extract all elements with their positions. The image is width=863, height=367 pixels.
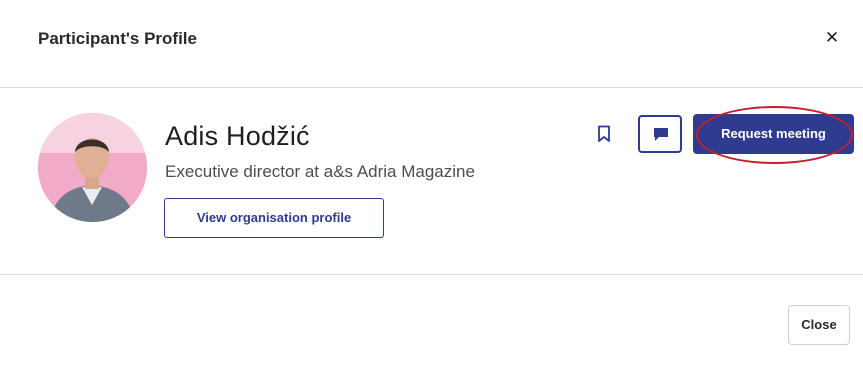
profile-section: Adis Hodžić Executive director at a&s Ad… <box>0 88 863 275</box>
avatar <box>38 113 147 222</box>
participant-name: Adis Hodžić <box>165 121 310 151</box>
request-meeting-button[interactable]: Request meeting <box>693 114 854 154</box>
view-organisation-profile-button[interactable]: View organisation profile <box>164 198 384 238</box>
modal-header: Participant's Profile ✕ <box>0 0 863 88</box>
close-icon[interactable]: ✕ <box>823 29 841 47</box>
avatar-photo <box>38 113 147 222</box>
message-button[interactable] <box>638 115 682 153</box>
participant-role: Executive director at a&s Adria Magazine <box>165 162 475 181</box>
chat-bubble-icon <box>654 128 668 141</box>
modal-title: Participant's Profile <box>38 29 197 48</box>
bookmark-icon[interactable] <box>597 125 611 143</box>
close-button[interactable]: Close <box>788 305 850 345</box>
participant-profile-modal: Participant's Profile ✕ Adis Hodžić Exec… <box>0 0 863 367</box>
